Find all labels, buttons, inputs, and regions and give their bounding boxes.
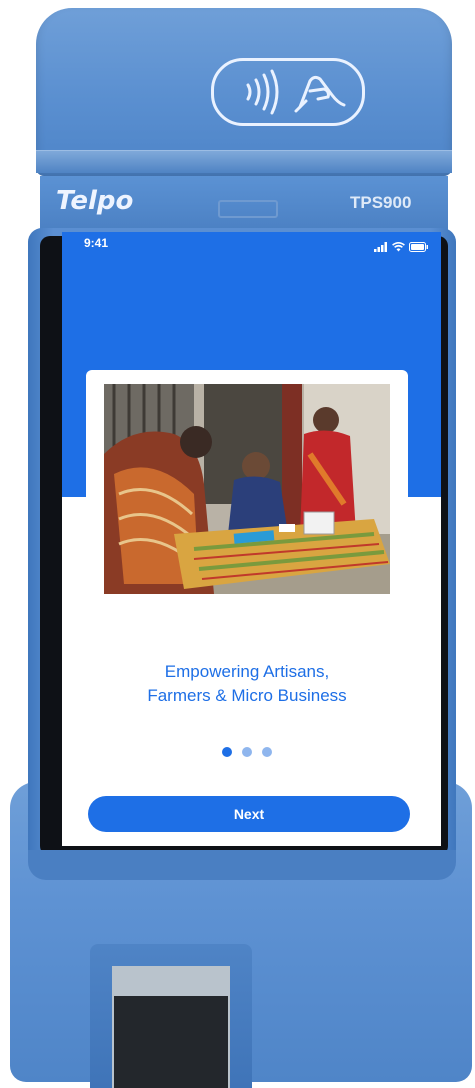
- caption-line-1: Empowering Artisans,: [164, 662, 330, 681]
- fingerprint-window: [114, 996, 228, 1088]
- status-icons: [374, 237, 429, 256]
- page-dot-3[interactable]: [262, 747, 272, 757]
- device-neck: [28, 850, 456, 880]
- onboarding-card: Empowering Artisans, Farmers & Micro Bus…: [86, 370, 408, 810]
- page-dot-2[interactable]: [242, 747, 252, 757]
- model-label: TPS900: [350, 193, 412, 212]
- printer-slot: [36, 150, 452, 173]
- status-bar: 9:41: [62, 232, 441, 252]
- caption-line-2: Farmers & Micro Business: [147, 686, 347, 705]
- signal-icon: [374, 237, 388, 256]
- page-indicator: [86, 747, 408, 757]
- battery-icon: [409, 237, 429, 256]
- artisans-working-photo: [104, 384, 390, 594]
- pos-terminal: Telpo TPS900 9:41 Empowering Artisans, F…: [0, 0, 475, 1088]
- onboarding-caption: Empowering Artisans, Farmers & Micro Bus…: [86, 660, 408, 708]
- next-button[interactable]: Next: [88, 796, 410, 832]
- status-time: 9:41: [84, 236, 109, 250]
- contactless-payment-icon: [211, 58, 365, 126]
- brand-logo: Telpo: [56, 186, 134, 216]
- app-screen: 9:41 Empowering Artisans, Farmers & Micr…: [62, 232, 441, 846]
- speaker-slot: [218, 200, 278, 218]
- wifi-icon: [392, 237, 405, 256]
- page-dot-1[interactable]: [222, 747, 232, 757]
